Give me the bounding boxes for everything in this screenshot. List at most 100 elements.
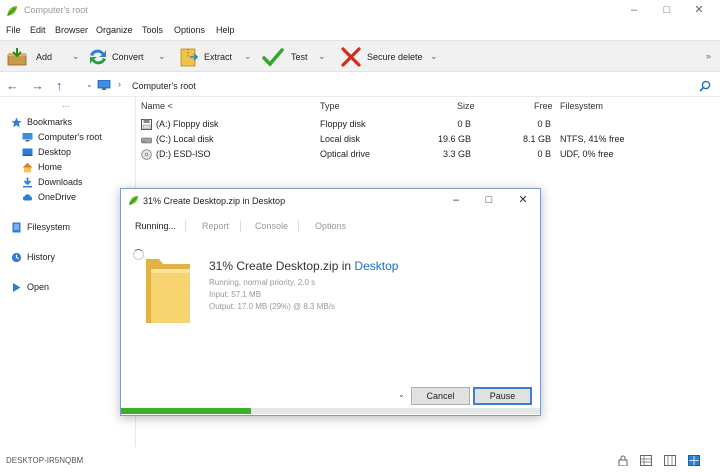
tab-separator <box>298 220 299 232</box>
window-title: Computer's root <box>24 5 88 15</box>
tab-console[interactable]: Console <box>255 221 288 231</box>
cancel-button[interactable]: Cancel <box>411 387 470 405</box>
dialog-close-button[interactable]: ✕ <box>516 193 530 207</box>
sidebar-label: Downloads <box>38 177 83 187</box>
column-header-filesystem[interactable]: Filesystem <box>560 101 603 111</box>
test-dropdown-icon[interactable]: ⌄ <box>318 51 326 62</box>
file-name: (A:) Floppy disk <box>156 119 219 129</box>
maximize-button[interactable]: □ <box>660 3 674 17</box>
forward-arrow-icon[interactable]: → <box>31 78 44 93</box>
toolbar: Add ⌄ Convert ⌄ Extract ⌄ Test ⌄ Secure … <box>0 40 720 72</box>
column-header-name[interactable]: Name < <box>141 101 173 111</box>
breadcrumb-separator-icon[interactable]: › <box>118 79 121 89</box>
convert-icon <box>90 49 106 65</box>
sidebar-overflow[interactable]: ... <box>62 99 70 109</box>
operation-status: Running, normal priority, 2.0 s <box>209 278 316 287</box>
test-label: Test <box>291 52 308 62</box>
file-type: Optical drive <box>320 149 371 159</box>
add-label: Add <box>36 52 53 62</box>
close-button[interactable]: ✕ <box>692 3 706 17</box>
file-list: Name < Type Size Free Filesystem (A:) Fl… <box>136 97 720 187</box>
sidebar-label: Filesystem <box>27 222 71 232</box>
menu-file[interactable]: File <box>6 25 21 35</box>
column-header-free[interactable]: Free <box>534 101 553 111</box>
tiles-view-icon[interactable] <box>688 455 700 466</box>
search-icon[interactable] <box>699 80 711 92</box>
convert-label: Convert <box>112 52 144 62</box>
up-arrow-icon[interactable]: ↑ <box>56 78 63 93</box>
menu-bar: File Edit Browser Organize Tools Options… <box>0 22 720 38</box>
table-row[interactable]: (C:) Local disk Local disk 19.6 GB 8.1 G… <box>136 133 720 147</box>
floppy-icon <box>141 119 152 130</box>
column-header-size[interactable]: Size <box>457 101 475 111</box>
history-dropdown-icon[interactable]: ⌄ <box>86 80 93 89</box>
add-dropdown-icon[interactable]: ⌄ <box>72 51 80 62</box>
dialog-title: 31% Create Desktop.zip in Desktop <box>143 196 286 206</box>
sidebar-label: Computer's root <box>38 132 102 142</box>
convert-dropdown-icon[interactable]: ⌄ <box>158 51 166 62</box>
menu-browser[interactable]: Browser <box>55 25 88 35</box>
file-name: (C:) Local disk <box>156 134 214 144</box>
tab-report[interactable]: Report <box>202 221 229 231</box>
file-size: 19.6 GB <box>437 134 471 144</box>
file-type: Local disk <box>320 134 361 144</box>
menu-options[interactable]: Options <box>174 25 205 35</box>
minimize-button[interactable]: – <box>627 3 641 17</box>
table-row[interactable]: (A:) Floppy disk Floppy disk 0 B 0 B <box>136 118 720 132</box>
operation-headline-text: 31% Create Desktop.zip in <box>209 259 355 273</box>
pause-button[interactable]: Pause <box>473 387 532 405</box>
extract-button[interactable]: Extract ⌄ <box>178 45 256 69</box>
download-icon <box>23 177 32 188</box>
play-icon <box>13 283 21 292</box>
file-free: 0 B <box>537 119 551 129</box>
app-icon <box>128 195 139 206</box>
title-bar: Computer's root – □ ✕ <box>0 0 720 22</box>
extract-icon <box>180 48 199 67</box>
tab-separator <box>240 220 241 232</box>
secure-delete-dropdown-icon[interactable]: ⌄ <box>430 51 438 62</box>
checkmark-icon <box>262 48 284 67</box>
optical-icon <box>141 149 152 160</box>
menu-organize[interactable]: Organize <box>96 25 133 35</box>
computer-icon <box>97 80 111 90</box>
test-button[interactable]: Test ⌄ <box>262 45 332 69</box>
sidebar-label: Open <box>27 282 50 292</box>
status-bar: DESKTOP-IR5NQBM <box>0 450 720 472</box>
lock-icon[interactable] <box>617 455 629 466</box>
file-filesystem: NTFS, 41% free <box>560 134 625 144</box>
desktop-icon <box>22 148 33 156</box>
column-header-type[interactable]: Type <box>320 101 340 111</box>
sidebar-label: Desktop <box>38 147 72 157</box>
details-view-icon[interactable] <box>640 455 652 466</box>
back-arrow-icon[interactable]: ← <box>6 78 19 93</box>
dialog-maximize-button[interactable]: □ <box>482 193 496 207</box>
operation-headline: 31% Create Desktop.zip in Desktop <box>209 259 398 273</box>
secure-delete-button[interactable]: Secure delete ⌄ <box>340 45 444 69</box>
document-icon <box>12 222 21 233</box>
tab-options[interactable]: Options <box>315 221 346 231</box>
extract-dropdown-icon[interactable]: ⌄ <box>244 51 252 62</box>
dialog-title-bar: 31% Create Desktop.zip in Desktop – □ ✕ <box>121 189 540 213</box>
sidebar: ... Bookmarks Computer's root Desktop Ho… <box>0 97 134 447</box>
menu-edit[interactable]: Edit <box>30 25 46 35</box>
home-icon <box>22 162 33 173</box>
tab-running[interactable]: Running... <box>135 221 176 231</box>
star-icon <box>11 117 22 128</box>
destination-link[interactable]: Desktop <box>354 259 398 273</box>
add-button[interactable]: Add ⌄ <box>6 45 84 69</box>
address-path[interactable]: Computer's root <box>132 81 196 91</box>
dialog-tabs: Running... Report Console Options <box>121 213 540 237</box>
clock-icon <box>11 252 22 263</box>
list-view-icon[interactable] <box>664 455 676 466</box>
dialog-minimize-button[interactable]: – <box>449 193 463 207</box>
menu-tools[interactable]: Tools <box>142 25 163 35</box>
computer-icon <box>22 133 33 142</box>
file-free: 8.1 GB <box>522 134 551 144</box>
sidebar-label: Bookmarks <box>27 117 73 127</box>
menu-help[interactable]: Help <box>216 25 235 35</box>
convert-button[interactable]: Convert ⌄ <box>87 45 172 69</box>
toolbar-overflow-icon[interactable]: » <box>706 51 711 61</box>
tab-separator <box>185 220 186 232</box>
table-row[interactable]: (D:) ESD-ISO Optical drive 3.3 GB 0 B UD… <box>136 148 720 162</box>
details-dropdown-icon[interactable]: ⌄ <box>398 390 405 399</box>
